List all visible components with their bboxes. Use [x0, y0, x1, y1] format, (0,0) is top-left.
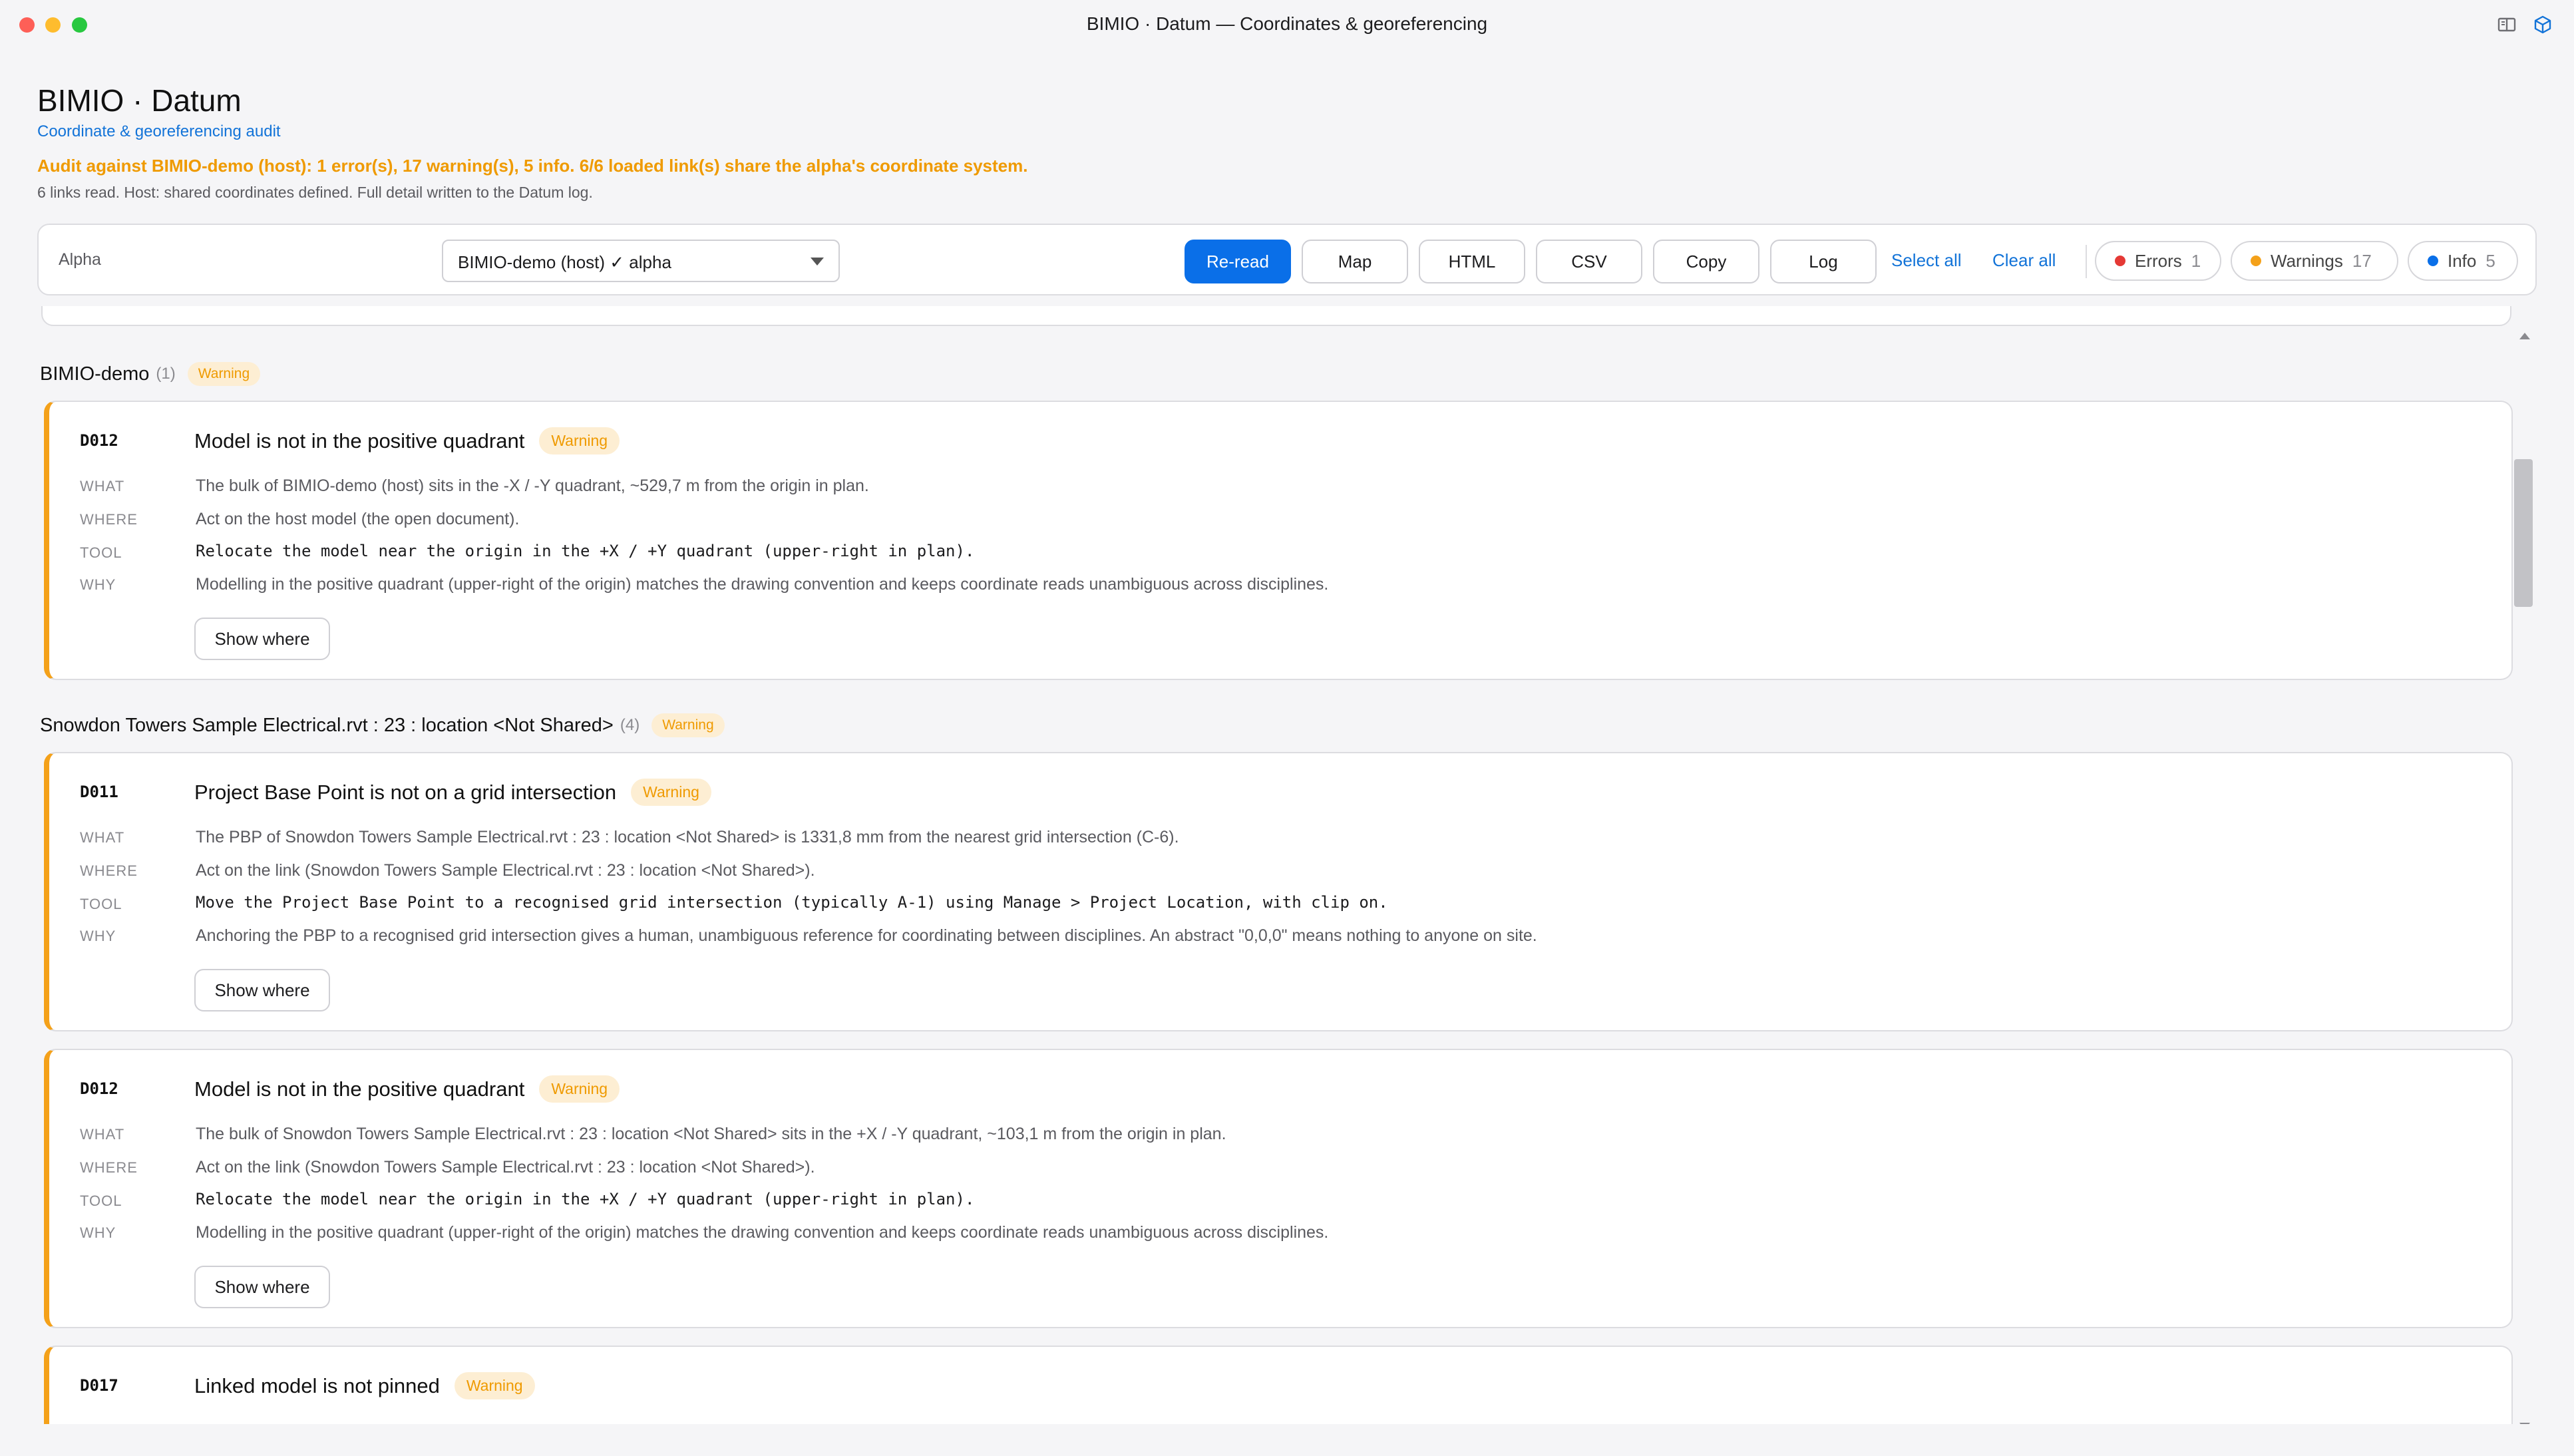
where-text: Act on the host model (the open document…	[196, 510, 520, 528]
status-badge: Warning	[631, 779, 711, 806]
status-badge: Warning	[187, 362, 261, 386]
why-text: Anchoring the PBP to a recognised grid i…	[196, 926, 1537, 945]
why-label: WHY	[80, 1224, 116, 1241]
what-label: WHAT	[80, 478, 125, 494]
where-label: WHERE	[80, 511, 138, 528]
finding-code: D011	[80, 783, 118, 801]
tool-label: TOOL	[80, 1192, 122, 1209]
status-badge: Warning	[539, 1075, 620, 1103]
cube-icon[interactable]	[2533, 15, 2553, 35]
map-button[interactable]: Map	[1302, 240, 1408, 283]
reread-button[interactable]: Re-read	[1185, 240, 1291, 283]
group-count: (4)	[620, 716, 640, 734]
filter-warnings-count: 17	[2352, 250, 2372, 271]
page-subtitle: Coordinate & georeferencing audit	[37, 122, 281, 140]
tool-text: Move the Project Base Point to a recogni…	[196, 893, 1388, 912]
toolbar: Alpha BIMIO-demo (host) ✓ alpha Re-read …	[37, 224, 2537, 295]
where-label: WHERE	[80, 1159, 138, 1176]
title-bar: BIMIO · Datum — Coordinates & georeferen…	[0, 0, 2574, 52]
finding-card: D011 Project Base Point is not on a grid…	[44, 752, 2513, 1031]
what-label: WHAT	[80, 1126, 125, 1143]
toolbar-divider	[2086, 245, 2087, 278]
filter-errors-count: 1	[2191, 250, 2201, 271]
filter-warnings-label: Warnings	[2271, 250, 2343, 271]
group-count: (1)	[156, 365, 176, 383]
finding-title-row: Project Base Point is not on a grid inte…	[194, 779, 711, 806]
tool-label: TOOL	[80, 544, 122, 561]
filter-errors-label: Errors	[2135, 250, 2182, 271]
finding-title: Model is not in the positive quadrant	[194, 429, 525, 453]
show-where-button[interactable]: Show where	[194, 1266, 330, 1308]
status-badge: Warning	[454, 1372, 535, 1399]
finding-title-row: Linked model is not pinned Warning	[194, 1372, 535, 1399]
scrollbar[interactable]	[2514, 319, 2533, 1424]
filter-info-count: 5	[2485, 250, 2495, 271]
finding-card: D017 Linked model is not pinned Warning	[44, 1346, 2513, 1424]
group-header: Snowdon Towers Sample Electrical.rvt : 2…	[40, 713, 725, 737]
html-button[interactable]: HTML	[1419, 240, 1525, 283]
copy-button[interactable]: Copy	[1653, 240, 1759, 283]
info-dot-icon	[2428, 256, 2438, 266]
scroll-down-icon[interactable]	[2519, 1423, 2530, 1424]
clear-all-link[interactable]: Clear all	[1992, 250, 2056, 271]
finding-card: D012 Model is not in the positive quadra…	[44, 401, 2513, 680]
finding-code: D017	[80, 1376, 118, 1395]
finding-title: Project Base Point is not on a grid inte…	[194, 780, 617, 804]
why-text: Modelling in the positive quadrant (uppe…	[196, 1223, 1329, 1242]
why-label: WHY	[80, 576, 116, 593]
finding-title: Model is not in the positive quadrant	[194, 1077, 525, 1101]
alpha-label: Alpha	[59, 250, 101, 269]
tool-text: Relocate the model near the origin in th…	[196, 1190, 975, 1208]
tool-label: TOOL	[80, 896, 122, 912]
why-label: WHY	[80, 928, 116, 944]
filter-info-label: Info	[2448, 250, 2477, 271]
what-text: The bulk of Snowdon Towers Sample Electr…	[196, 1125, 1226, 1143]
alpha-select-value: BIMIO-demo (host) ✓ alpha	[458, 252, 671, 272]
status-badge: Warning	[651, 713, 725, 737]
audit-summary: Audit against BIMIO-demo (host): 1 error…	[37, 156, 1028, 176]
finding-title-row: Model is not in the positive quadrant Wa…	[194, 427, 620, 455]
group-header: BIMIO-demo (1) Warning	[40, 362, 261, 386]
book-icon[interactable]	[2497, 15, 2517, 35]
where-text: Act on the link (Snowdon Towers Sample E…	[196, 1158, 815, 1177]
filter-errors[interactable]: Errors 1	[2095, 241, 2221, 281]
where-label: WHERE	[80, 862, 138, 879]
warning-dot-icon	[2251, 256, 2261, 266]
filter-warnings[interactable]: Warnings 17	[2231, 241, 2398, 281]
log-button[interactable]: Log	[1770, 240, 1877, 283]
finding-card: D012 Model is not in the positive quadra…	[44, 1049, 2513, 1328]
what-text: The bulk of BIMIO-demo (host) sits in th…	[196, 476, 869, 495]
finding-code: D012	[80, 431, 118, 450]
show-where-button[interactable]: Show where	[194, 618, 330, 660]
select-all-link[interactable]: Select all	[1891, 250, 1962, 271]
page-title: BIMIO · Datum	[37, 83, 242, 118]
tool-text: Relocate the model near the origin in th…	[196, 542, 975, 560]
finding-title-row: Model is not in the positive quadrant Wa…	[194, 1075, 620, 1103]
scrollbar-thumb[interactable]	[2514, 459, 2533, 607]
window-title: BIMIO · Datum — Coordinates & georeferen…	[1086, 13, 1488, 34]
what-label: WHAT	[80, 829, 125, 846]
group-name: Snowdon Towers Sample Electrical.rvt : 2…	[40, 714, 614, 736]
scroll-up-icon[interactable]	[2519, 333, 2530, 339]
what-text: The PBP of Snowdon Towers Sample Electri…	[196, 828, 1179, 846]
filter-info[interactable]: Info 5	[2408, 241, 2518, 281]
where-text: Act on the link (Snowdon Towers Sample E…	[196, 861, 815, 880]
chevron-down-icon	[811, 258, 824, 266]
finding-title: Linked model is not pinned	[194, 1373, 440, 1397]
status-badge: Warning	[539, 427, 620, 455]
group-name: BIMIO-demo	[40, 363, 150, 385]
error-dot-icon	[2115, 256, 2125, 266]
read-summary: 6 links read. Host: shared coordinates d…	[37, 184, 593, 201]
findings-list: BIMIO-demo (1) Warning D012 Model is not…	[0, 306, 2574, 1424]
csv-button[interactable]: CSV	[1536, 240, 1642, 283]
why-text: Modelling in the positive quadrant (uppe…	[196, 575, 1329, 594]
show-where-button[interactable]: Show where	[194, 969, 330, 1011]
previous-card	[41, 306, 2511, 326]
finding-code: D012	[80, 1079, 118, 1098]
alpha-select[interactable]: BIMIO-demo (host) ✓ alpha	[442, 240, 840, 282]
